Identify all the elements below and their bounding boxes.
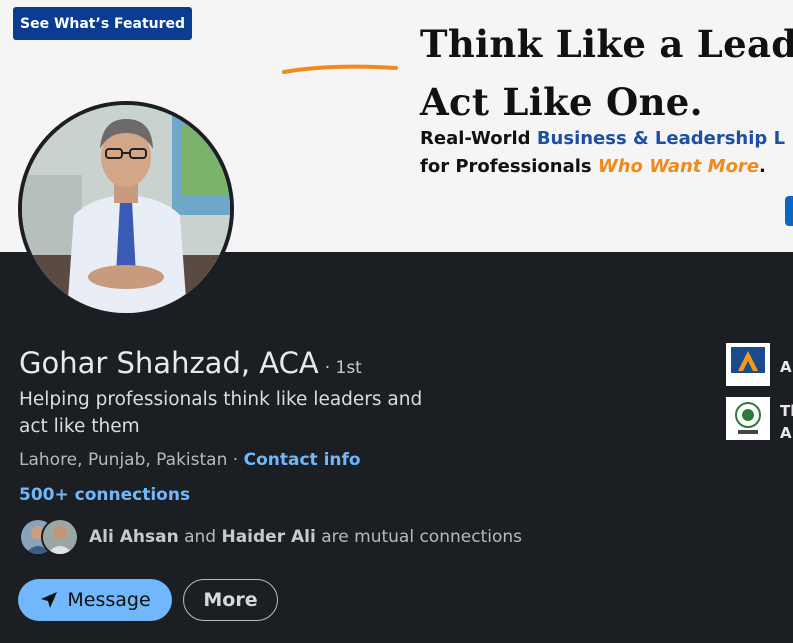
- profile-name-row: Gohar Shahzad, ACA · 1st: [19, 346, 362, 380]
- banner-subline2-prefix: for Professionals: [420, 156, 598, 177]
- banner-subline1-highlight: Business & Leadership L: [536, 128, 786, 149]
- banner-subline2: for Professionals Who Want More.: [420, 156, 766, 177]
- mutual-suffix: are mutual connections: [315, 527, 522, 547]
- mutual-connections[interactable]: Ali Ahsan and Haider Ali are mutual conn…: [19, 518, 522, 556]
- send-icon: [41, 592, 58, 608]
- profile-name: Gohar Shahzad, ACA: [19, 346, 319, 380]
- message-button[interactable]: Message: [18, 579, 172, 621]
- mutual-avatars: [19, 518, 81, 556]
- more-button[interactable]: More: [183, 579, 278, 621]
- mutual-and: and: [178, 527, 222, 547]
- banner-headline-prefix: Think Like a: [420, 22, 697, 66]
- org-logo-icap[interactable]: [726, 397, 770, 440]
- mutual-person-2: Haider Ali: [221, 527, 316, 547]
- banner-cta-button: [785, 196, 793, 226]
- location-separator: ·: [227, 450, 244, 470]
- profile-photo-illustration: [22, 105, 230, 313]
- org1-name: A: [780, 358, 792, 376]
- banner-headline-line2: Act Like One.: [420, 80, 703, 124]
- org2-name-line2: A: [780, 424, 792, 442]
- banner-headline-lead-word: Lead: [696, 22, 793, 66]
- avatar: [41, 518, 79, 556]
- underline-swoosh-icon: [282, 64, 398, 74]
- contact-info-link[interactable]: Contact info: [244, 450, 361, 470]
- see-featured-button[interactable]: See What’s Featured: [13, 7, 193, 40]
- banner-headline-line1: Think Like a Lead: [420, 22, 793, 66]
- profile-location: Lahore, Punjab, Pakistan: [19, 450, 228, 470]
- banner-subline1-prefix: Real-World: [420, 128, 537, 149]
- org2-name-line1: Th: [780, 402, 793, 420]
- location-row: Lahore, Punjab, Pakistan · Contact info: [19, 450, 361, 470]
- profile-photo[interactable]: [18, 101, 234, 317]
- banner-subline1: Real-World Business & Leadership L: [420, 128, 785, 149]
- message-button-label: Message: [67, 589, 151, 611]
- banner-subline2-suffix: .: [759, 156, 766, 177]
- mutual-connections-text: Ali Ahsan and Haider Ali are mutual conn…: [89, 527, 522, 547]
- org2-name: Th A: [780, 400, 793, 444]
- connections-link[interactable]: 500+ connections: [19, 485, 190, 505]
- banner-subline2-highlight: Who Want More: [597, 156, 760, 177]
- org-logo-allied-bank[interactable]: [726, 343, 770, 386]
- profile-headline: Helping professionals think like leaders…: [19, 389, 423, 437]
- mutual-person-1: Ali Ahsan: [89, 527, 179, 547]
- connection-degree: · 1st: [324, 358, 362, 378]
